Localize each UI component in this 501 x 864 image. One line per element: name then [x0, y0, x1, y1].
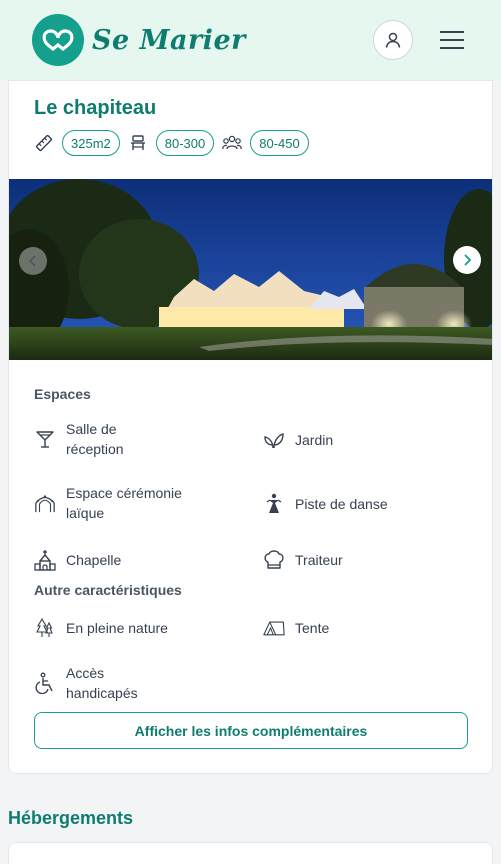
- ruler-icon: [34, 133, 54, 153]
- rings-logo-icon: [32, 14, 84, 66]
- brand-logo[interactable]: Se Marier: [32, 14, 246, 66]
- feature-tent: Tente: [263, 617, 329, 639]
- accommodation-heading: Hébergements: [8, 808, 134, 828]
- feature-caterer: Traiteur: [263, 549, 343, 571]
- feature-garden: Jardin: [263, 429, 333, 451]
- surface-badge: 325m2: [62, 130, 120, 156]
- chapel-icon: [34, 549, 56, 571]
- leaf-icon: [263, 429, 285, 451]
- accommodation-card: [8, 842, 493, 864]
- site-header: Se Marier: [0, 0, 501, 80]
- account-button[interactable]: [373, 20, 413, 60]
- chevron-left-icon: [28, 255, 36, 267]
- dancer-icon: [263, 493, 285, 515]
- cocktail-icon: [34, 428, 56, 450]
- venue-specs: 325m2 80-300 80-450: [34, 130, 309, 156]
- feature-nature: En pleine nature: [34, 617, 168, 639]
- venue-title: Le chapiteau: [34, 97, 157, 119]
- seat-icon: [128, 133, 148, 153]
- feature-ceremony-space: Espace cérémonie laïque: [34, 483, 196, 523]
- carousel-prev-button[interactable]: [19, 247, 47, 275]
- tent-icon: [263, 617, 285, 639]
- venue-photo: [9, 179, 492, 360]
- venue-photo-carousel[interactable]: [9, 179, 492, 360]
- chevron-right-icon: [464, 254, 472, 266]
- hamburger-icon: [440, 31, 464, 49]
- trees-icon: [34, 617, 56, 639]
- wheelchair-icon: [34, 672, 56, 694]
- other-features-heading: Autre caractéristiques: [34, 582, 182, 598]
- user-icon: [385, 32, 401, 48]
- chef-hat-icon: [263, 549, 285, 571]
- spaces-heading: Espaces: [34, 386, 91, 402]
- brand-name: Se Marier: [92, 24, 246, 56]
- feature-accessibility: Accès handicapés: [34, 663, 146, 703]
- feature-reception-hall: Salle de réception: [34, 419, 156, 459]
- feature-dance-floor: Piste de danse: [263, 493, 388, 515]
- arch-icon: [34, 492, 56, 514]
- carousel-next-button[interactable]: [453, 246, 481, 274]
- guests-icon: [222, 133, 243, 153]
- seated-capacity-badge: 80-300: [155, 130, 215, 156]
- menu-button[interactable]: [436, 24, 468, 56]
- venue-card: Le chapiteau 325m2 80-300 80-450 Espaces…: [8, 80, 493, 774]
- feature-chapel: Chapelle: [34, 549, 121, 571]
- guest-capacity-badge: 80-450: [250, 130, 309, 156]
- show-more-info-button[interactable]: Afficher les infos complémentaires: [34, 712, 468, 749]
